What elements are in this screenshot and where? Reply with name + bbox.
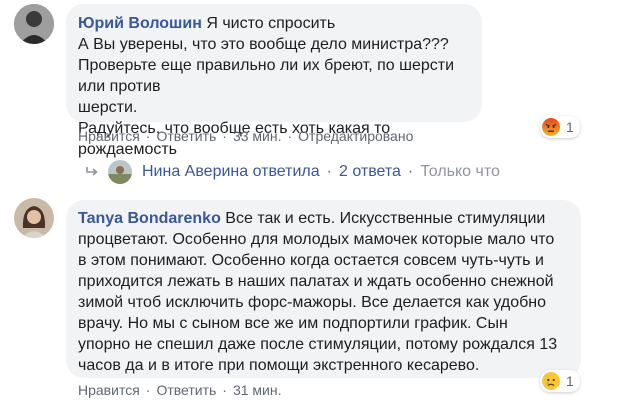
timestamp-link[interactable]: 31 мин. <box>233 382 282 398</box>
comment-text: шерсти. <box>78 99 138 116</box>
like-link[interactable]: Нравится <box>78 382 140 398</box>
replies-row[interactable]: Нина Аверина ответила · 2 ответа · Тольк… <box>84 160 500 184</box>
separator-dot: · <box>222 382 227 398</box>
separator-dot: · <box>145 128 151 144</box>
comment-line: Tanya Bondarenko Все так и есть. Искусст… <box>78 208 569 229</box>
reply-link[interactable]: Ответить <box>156 382 216 398</box>
comment-text: процветают. Особенно для молодых мамочек… <box>78 231 555 248</box>
timestamp-link[interactable]: 33 мин. <box>233 128 282 144</box>
comment-author[interactable]: Tanya Bondarenko <box>78 210 221 227</box>
comment-text: упорно не спешил даже после стимуляции, … <box>78 336 558 353</box>
separator-dot: · <box>222 128 227 144</box>
comment-bubble-yuri: Юрий Волошин Я чисто спросить А Вы увере… <box>66 4 482 158</box>
comment-text: Проверьте еще правильно ли их бреют, по … <box>78 57 455 95</box>
separator-dot: · <box>145 382 151 398</box>
separator-dot: · <box>407 163 414 180</box>
sad-emoji-icon <box>542 372 560 390</box>
reply-author-text[interactable]: Нина Аверина ответила <box>142 163 320 181</box>
reply-link[interactable]: Ответить <box>156 128 216 144</box>
comment-line: Юрий Волошин Я чисто спросить <box>78 13 470 34</box>
comment-text: в этом понимают. Особенно когда остается… <box>78 252 544 269</box>
angry-emoji-icon <box>542 118 560 136</box>
reply-arrow-icon <box>86 167 98 176</box>
avatar-yuri[interactable] <box>14 4 54 44</box>
comment-text: приходится лежать в наших палатах и ждат… <box>78 273 554 290</box>
separator-dot: · <box>287 128 293 144</box>
comment-text: зимой чтоб исключить форс-мажоры. Все де… <box>78 294 546 311</box>
reply-time[interactable]: Только что <box>420 163 500 181</box>
comment-text: врачу. Но мы с сыном все же им подпортил… <box>78 315 508 332</box>
reaction-count: 1 <box>566 373 574 389</box>
avatar-nina[interactable] <box>108 160 132 184</box>
avatar-photo <box>14 4 54 44</box>
comment-text: Все так и есть. Искусственные стимуляции <box>225 210 546 227</box>
comment-author[interactable]: Юрий Волошин <box>78 15 202 32</box>
edited-link[interactable]: Отредактировано <box>298 128 413 144</box>
reaction-badge-angry[interactable]: 1 <box>540 116 580 138</box>
avatar-photo <box>108 160 132 184</box>
avatar-photo <box>14 198 54 238</box>
comment-text: А Вы уверены, что это вообще дело минист… <box>78 36 449 53</box>
reaction-count: 1 <box>566 119 574 135</box>
comment-actions: Нравится · Ответить · 31 мин. <box>78 382 282 398</box>
like-link[interactable]: Нравится <box>78 128 140 144</box>
comment-actions: Нравится · Ответить · 33 мин. · Отредактирован… <box>78 128 413 144</box>
avatar-tanya[interactable] <box>14 198 54 238</box>
reply-count[interactable]: 2 ответа <box>339 163 401 181</box>
comment-text: Я чисто спросить <box>206 15 336 32</box>
reaction-badge-sad[interactable]: 1 <box>540 370 580 392</box>
comment-bubble-tanya: Tanya Bondarenko Все так и есть. Искусст… <box>66 200 581 378</box>
comment-text: часов да и в итоге при помощи экстренног… <box>78 357 480 374</box>
separator-dot: · <box>326 163 332 180</box>
